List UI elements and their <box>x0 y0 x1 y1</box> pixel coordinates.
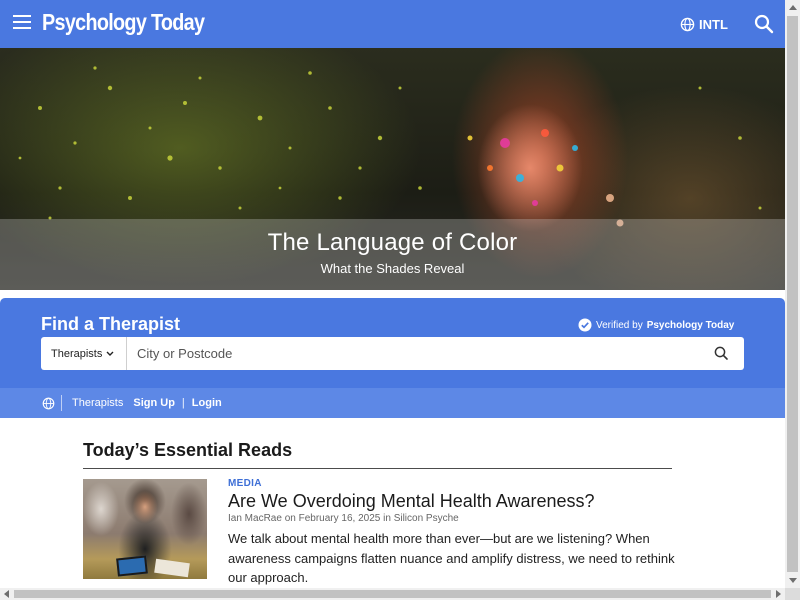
therapist-type-value: Therapists <box>51 347 103 360</box>
hero-banner[interactable]: The Language of Color What the Shades Re… <box>0 48 785 290</box>
globe-icon[interactable] <box>42 395 62 411</box>
nav-therapists-link[interactable]: Therapists <box>72 397 123 409</box>
vertical-scrollbar[interactable] <box>785 0 800 588</box>
hero-subtitle: What the Shades Reveal <box>320 261 465 276</box>
byline-blog-prefix: in <box>383 513 391 524</box>
article-thumbnail[interactable] <box>83 479 207 579</box>
therapist-search-box: Therapists <box>41 337 744 370</box>
horizontal-scroll-thumb[interactable] <box>14 590 771 598</box>
search-icon[interactable] <box>754 14 774 34</box>
page: Psychology Today INTL The Language of Co… <box>0 0 785 588</box>
scroll-up-arrow-icon[interactable] <box>789 5 797 10</box>
therapist-nav: Therapists Sign Up | Login <box>0 388 785 418</box>
article-title[interactable]: Are We Overdoing Mental Health Awareness… <box>228 491 595 512</box>
article-date: February 16, 2025 <box>298 513 381 524</box>
article-category[interactable]: MEDIA <box>228 478 262 489</box>
hero-title[interactable]: The Language of Color <box>0 229 785 257</box>
scroll-right-arrow-icon[interactable] <box>776 590 781 598</box>
find-therapist-panel: Find a Therapist Verified by Psychology … <box>0 298 785 418</box>
nav-separator: | <box>181 397 185 409</box>
article-summary: We talk about mental health more than ev… <box>228 531 675 585</box>
vertical-scroll-thumb[interactable] <box>787 16 798 572</box>
scroll-left-arrow-icon[interactable] <box>4 590 9 598</box>
hamburger-menu-icon[interactable] <box>13 15 31 29</box>
verified-badge: Verified by Psychology Today <box>578 318 734 332</box>
site-header: Psychology Today INTL <box>0 0 785 48</box>
article-byline: Ian MacRae on February 16, 2025 in Silic… <box>228 513 459 524</box>
thumbnail-tablet-shape <box>116 555 148 577</box>
scroll-down-arrow-icon[interactable] <box>789 578 797 583</box>
chevron-down-icon <box>106 351 114 356</box>
find-therapist-title: Find a Therapist <box>41 314 181 334</box>
check-circle-icon <box>578 318 592 332</box>
scrollbar-corner <box>785 588 800 600</box>
search-icon[interactable] <box>713 345 730 362</box>
site-logo[interactable]: Psychology Today <box>42 9 205 36</box>
region-label: INTL <box>699 16 728 32</box>
article-blog-link[interactable]: Silicon Psyche <box>394 513 459 524</box>
therapist-type-select[interactable]: Therapists <box>41 337 127 370</box>
verified-brand: Psychology Today <box>646 319 735 331</box>
verified-prefix: Verified by <box>596 319 643 331</box>
region-selector[interactable]: INTL <box>680 15 728 33</box>
article-author-link[interactable]: Ian MacRae <box>228 513 282 524</box>
globe-icon <box>680 17 695 31</box>
byline-date-prefix: on <box>284 513 296 524</box>
login-link[interactable]: Login <box>192 397 222 409</box>
city-postcode-input[interactable] <box>128 337 708 370</box>
sign-up-link[interactable]: Sign Up <box>133 397 175 409</box>
thumbnail-paper-shape <box>154 558 190 578</box>
essential-reads-heading: Today’s Essential Reads <box>83 440 293 460</box>
section-divider <box>83 468 672 469</box>
horizontal-scrollbar[interactable] <box>0 588 785 600</box>
